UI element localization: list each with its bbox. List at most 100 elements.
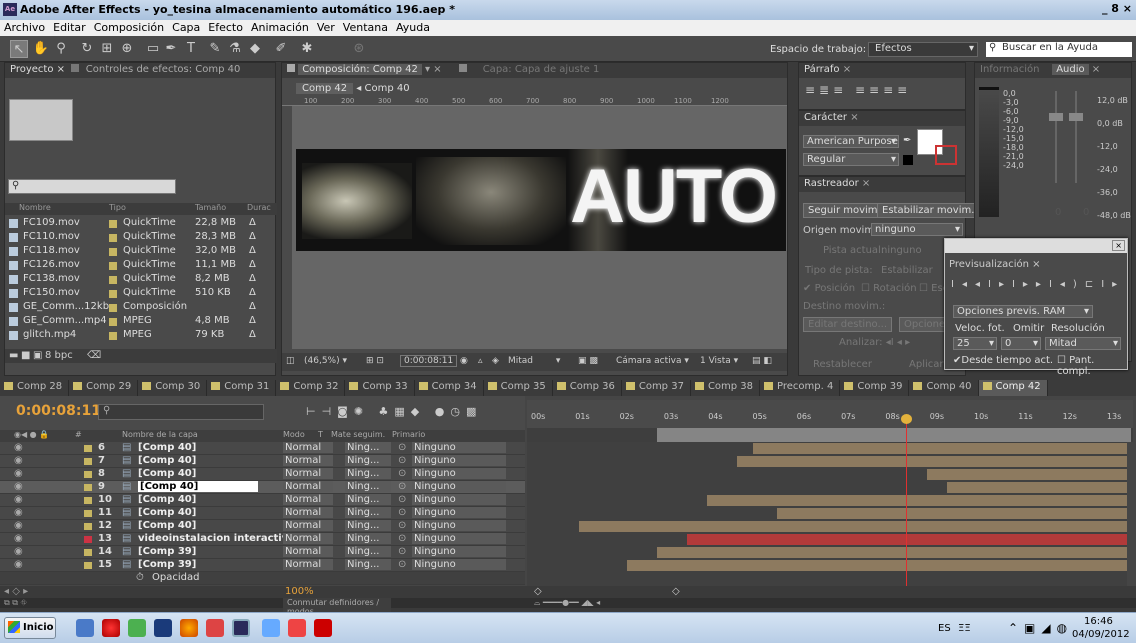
label-color-swatch[interactable] [84,549,92,556]
menu-efecto[interactable]: Efecto [208,21,243,34]
label-color-swatch[interactable] [109,332,117,340]
label-color-swatch[interactable] [84,445,92,452]
reset-button[interactable]: Restablecer [813,359,872,370]
layer-row[interactable]: ◉ 11 ▤ [Comp 40] Normal Ning... ⊙ Ninguno [0,507,525,520]
layer-matte-select[interactable]: Ning... [345,455,391,466]
resolution-select[interactable]: Mitad ▾ [508,356,560,366]
col-type[interactable]: Tipo [109,203,126,212]
layer-name[interactable]: [Comp 39] [138,559,196,570]
playhead[interactable] [906,416,907,596]
stopwatch-icon[interactable]: ⏱ [136,572,144,583]
skip-select[interactable]: 0 ▾ [1001,337,1041,350]
layer-parent-select[interactable]: Ninguno [412,481,506,492]
roto-brush-tool-icon[interactable]: ✐ [272,40,290,58]
layer-matte-select[interactable]: Ning... [345,468,391,479]
project-item[interactable]: FC150.mov QuickTime 510 KB Δ [5,287,277,301]
layer-name[interactable]: [Comp 40] [138,468,196,479]
parent-pickwhip-icon[interactable]: ⊙ [398,455,406,466]
comp-tab[interactable]: Comp 32 [276,380,346,396]
vlc-icon[interactable] [206,619,224,637]
label-color-swatch[interactable] [109,262,117,270]
layer-row[interactable]: ◉ 15 ▤ [Comp 39] Normal Ning... ⊙ Ninguno [0,559,525,572]
layer-parent-select[interactable]: Ninguno [412,520,506,531]
explorer-icon[interactable] [76,619,94,637]
parent-pickwhip-icon[interactable]: ⊙ [398,442,406,453]
col-layer-name[interactable]: Nombre de la capa [122,430,198,439]
label-color-swatch[interactable] [84,458,92,465]
keyboard-icon[interactable]: ΞΞ [958,623,971,634]
parent-pickwhip-icon[interactable]: ⊙ [398,507,406,518]
fps-select[interactable]: 25 ▾ [953,337,997,350]
visibility-icon[interactable]: ◉ [14,455,23,466]
rotation-checkbox[interactable]: ☐ Rotación [861,283,917,294]
layer-parent-select[interactable]: Ninguno [412,455,506,466]
comp-tab[interactable]: Comp 42 [978,380,1048,396]
layer-matte-select[interactable]: Ning... [345,442,391,453]
comp-tab[interactable]: Comp 33 [345,380,415,396]
breadcrumb-comp42[interactable]: Comp 42 [296,83,354,94]
label-color-swatch[interactable] [109,276,117,284]
apply-button[interactable]: Aplicar [909,359,943,370]
project-search-input[interactable]: ⚲ [8,179,176,194]
layer-mode-select[interactable]: Normal [283,559,333,570]
current-time-display[interactable]: 0:00:08:11 [400,355,458,367]
label-color-swatch[interactable] [109,304,117,312]
chrome-icon[interactable] [102,619,120,637]
visibility-icon[interactable]: ◉ [14,481,23,492]
layer-mode-select[interactable]: Normal [283,455,333,466]
flowchart-icon[interactable]: ▤ ◧ [752,356,772,366]
layer-mode-select[interactable]: Normal [283,468,333,479]
acrobat-icon[interactable] [314,619,332,637]
playback-controls[interactable]: I◂◂I▸I▸▸I◂)⊏I▸ [951,279,1125,290]
project-item[interactable]: FC126.mov QuickTime 11,1 MB Δ [5,259,277,273]
start-button[interactable]: Inicio [4,617,56,639]
hand-tool-icon[interactable]: ✋ [32,40,50,58]
folder-icon[interactable]: ■ [21,350,30,361]
workspace-select[interactable]: Efectos ▾ [868,42,978,57]
layer-mode-select[interactable]: Normal [283,546,333,557]
project-item[interactable]: glitch.mp4 MPEG 79 KB Δ [5,329,277,343]
close-icon[interactable]: × [1112,240,1125,251]
opacity-value[interactable]: 100% [285,586,314,597]
tab-preview[interactable]: Previsualización [949,259,1029,270]
layer-name[interactable]: [Comp 40] [138,520,196,531]
audio-slider-right[interactable] [1069,91,1083,183]
visibility-icon[interactable]: ◉ [14,546,23,557]
comp-tab[interactable]: Comp 30 [138,380,208,396]
layer-duration-bar[interactable] [927,469,1127,480]
layer-name[interactable]: videoinstalacion interactiva [138,533,295,544]
tab-tracker[interactable]: Rastreador [804,178,859,189]
layer-row[interactable]: ◉ 10 ▤ [Comp 40] Normal Ning... ⊙ Ninguno [0,494,525,507]
stroke-color-swatch[interactable] [935,145,957,165]
layer-mode-select[interactable]: Normal [283,520,333,531]
layer-duration-bar[interactable] [627,560,1127,571]
layer-mode-select[interactable]: Normal [283,533,333,544]
col-name[interactable]: Nombre [19,203,51,212]
layer-matte-select[interactable]: Ning... [345,507,391,518]
brush-tool-icon[interactable]: ✎ [206,40,224,58]
layer-mode-select[interactable]: Normal [283,442,333,453]
layer-duration-bar[interactable] [579,521,1127,532]
layer-name[interactable]: [Comp 40] [138,481,259,492]
project-item[interactable]: FC138.mov QuickTime 8,2 MB Δ [5,273,277,287]
eyedropper-icon[interactable]: ✒ [903,135,911,146]
project-item[interactable]: GE_Comm...mp4 MPEG 4,8 MB Δ [5,315,277,329]
menu-composicion[interactable]: Composición [94,21,164,34]
col-parent[interactable]: Primario [392,430,425,439]
label-color-swatch[interactable] [84,523,92,530]
layer-name[interactable]: [Comp 40] [138,507,196,518]
layer-name[interactable]: [Comp 40] [138,494,196,505]
tab-composition[interactable]: Composición: Comp 42 [298,64,422,75]
selection-tool-icon[interactable]: ↖ [10,40,28,58]
label-color-swatch[interactable] [84,562,92,569]
layer-row[interactable]: ◉ 6 ▤ [Comp 40] Normal Ning... ⊙ Ninguno [0,442,525,455]
col-number[interactable]: # [75,430,82,439]
position-checkbox[interactable]: ✔ Posición [803,283,855,294]
label-color-swatch[interactable] [109,248,117,256]
layer-row[interactable]: ◉ 9 ▤ [Comp 40] Normal Ning... ⊙ Ninguno [0,481,525,494]
layer-duration-bar[interactable] [657,547,1127,558]
zoom-tool-icon[interactable]: ⚲ [52,40,70,58]
parent-pickwhip-icon[interactable]: ⊙ [398,481,406,492]
menu-animacion[interactable]: Animación [251,21,309,34]
label-color-swatch[interactable] [109,318,117,326]
